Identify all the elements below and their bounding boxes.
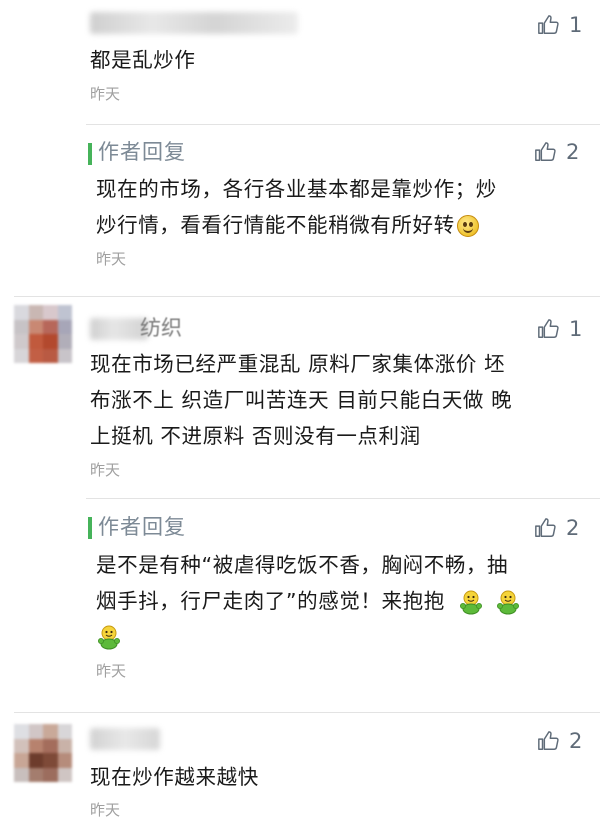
thumbs-up-icon <box>535 142 556 161</box>
like-count: 1 <box>569 13 583 37</box>
smile-emoji <box>456 215 479 237</box>
hug-emoji <box>96 624 122 650</box>
like-count: 2 <box>566 516 580 540</box>
thumbs-up-icon <box>538 319 559 338</box>
reply-time: 昨天 <box>96 250 127 268</box>
comment-text: 都是乱炒作 <box>90 48 196 72</box>
comment-time: 昨天 <box>90 85 121 103</box>
thumbs-up-icon <box>538 731 559 750</box>
like-button[interactable]: 2 <box>537 728 582 754</box>
hug-emoji <box>495 589 521 615</box>
comment-text: 现在市场已经严重混乱 原料厂家集体涨价 坯 布涨不上 织造厂叫苦连天 目前只能白… <box>90 352 513 448</box>
like-count: 2 <box>566 140 580 164</box>
hug-emoji <box>458 589 484 615</box>
commenter-name-blurred <box>90 12 298 34</box>
reply-accent-bar <box>88 517 92 539</box>
like-button[interactable]: 2 <box>534 515 579 541</box>
author-reply-label: 作者回复 <box>98 140 186 164</box>
comment-divider <box>14 296 600 297</box>
like-button[interactable]: 1 <box>537 12 582 38</box>
author-reply: 作者回复 2 现在的市场，各行各业基本都是靠炒作；炒 炒行情，看看行情能不能稍微… <box>86 124 600 295</box>
reply-text: 现在的市场，各行各业基本都是靠炒作；炒 炒行情，看看行情能不能稍微有所好转 <box>96 177 497 237</box>
like-count: 1 <box>569 317 583 341</box>
like-button[interactable]: 1 <box>537 316 582 342</box>
comment-text: 现在炒作越来越快 <box>90 765 259 789</box>
thumbs-up-icon <box>538 15 559 34</box>
reply-time: 昨天 <box>96 662 127 680</box>
comment-time: 昨天 <box>90 461 121 479</box>
reply-accent-bar <box>88 143 92 165</box>
avatar <box>14 724 72 782</box>
reply-text: 是不是有种“被虐得吃饭不香，胸闷不畅，抽 烟手抖，行尸走肉了”的感觉！来抱抱 <box>96 547 521 653</box>
thumbs-up-icon <box>535 518 556 537</box>
comment-time: 昨天 <box>90 801 121 819</box>
commenter-name-blurred <box>90 728 160 750</box>
author-reply-label: 作者回复 <box>98 515 186 539</box>
author-reply: 作者回复 2 是不是有种“被虐得吃饭不香，胸闷不畅，抽 烟手抖，行尸走肉了”的感… <box>86 498 600 693</box>
avatar <box>14 305 72 363</box>
comment-divider <box>14 712 600 713</box>
like-button[interactable]: 2 <box>534 139 579 165</box>
commenter-name-suffix: 纺织 <box>140 316 182 340</box>
like-count: 2 <box>569 729 583 753</box>
